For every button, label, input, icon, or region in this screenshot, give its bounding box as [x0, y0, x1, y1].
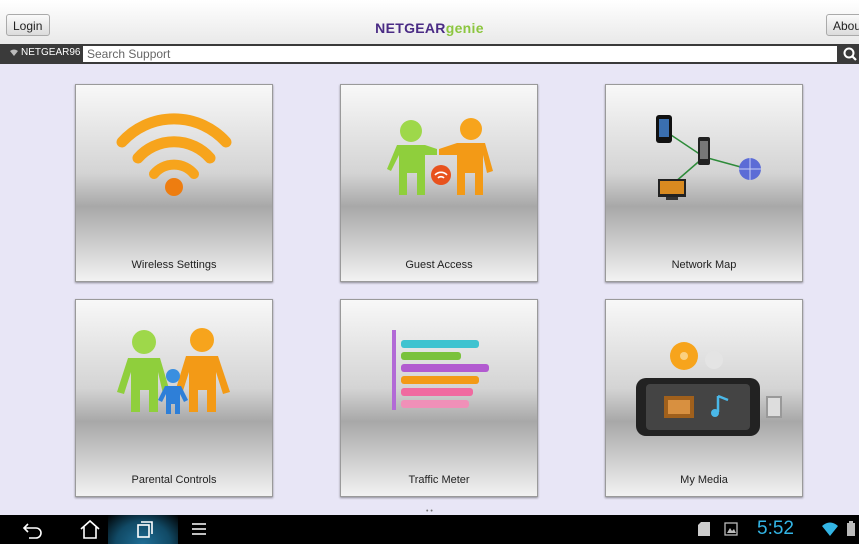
sd-card-icon — [698, 522, 710, 536]
recent-apps-icon[interactable] — [133, 518, 155, 540]
tile-label: Guest Access — [405, 259, 473, 271]
tile-label: Parental Controls — [131, 474, 217, 486]
brand-netgear: NETGEAR — [375, 20, 446, 36]
search-input[interactable] — [83, 46, 837, 62]
home-icon[interactable] — [78, 518, 102, 540]
battery-icon — [847, 521, 855, 536]
back-icon[interactable] — [20, 518, 46, 540]
image-notification-icon — [724, 522, 738, 536]
traffic-meter-icon — [392, 330, 489, 410]
tile-parental-controls[interactable]: Parental Controls — [75, 299, 273, 497]
page-indicator: • • — [426, 508, 433, 515]
menu-icon[interactable] — [190, 518, 208, 540]
tile-label: Traffic Meter — [408, 474, 470, 486]
app-header: Login NETGEARgenie About — [0, 0, 859, 45]
app-logo: NETGEARgenie — [0, 20, 859, 36]
about-button[interactable]: About — [826, 14, 859, 36]
tile-label: Network Map — [671, 259, 737, 271]
dashboard: Wireless Settings Guest Access Network M… — [0, 64, 859, 515]
tile-guest-access[interactable]: Guest Access — [340, 84, 538, 282]
network-indicator: NETGEAR96 — [10, 47, 80, 58]
search-icon[interactable] — [840, 46, 859, 62]
search-bar: NETGEAR96 — [0, 44, 859, 64]
tile-traffic-meter[interactable]: Traffic Meter — [340, 299, 538, 497]
tile-label: Wireless Settings — [131, 259, 217, 271]
clock: 5:52 — [757, 518, 794, 539]
tile-wireless-settings[interactable]: Wireless Settings — [75, 84, 273, 282]
tile-label: My Media — [680, 474, 728, 486]
brand-genie: genie — [445, 20, 484, 36]
tile-network-map[interactable]: Network Map — [605, 84, 803, 282]
guest-access-icon — [387, 118, 493, 195]
network-map-icon — [656, 115, 761, 200]
tile-my-media[interactable]: My Media — [605, 299, 803, 497]
parental-controls-icon — [117, 328, 230, 414]
wifi-icon — [116, 113, 232, 196]
wifi-signal-icon — [10, 49, 18, 56]
wifi-status-icon — [822, 522, 838, 536]
system-nav-bar: 5:52 — [0, 515, 859, 544]
my-media-icon — [636, 342, 782, 436]
network-name: NETGEAR96 — [21, 47, 81, 58]
